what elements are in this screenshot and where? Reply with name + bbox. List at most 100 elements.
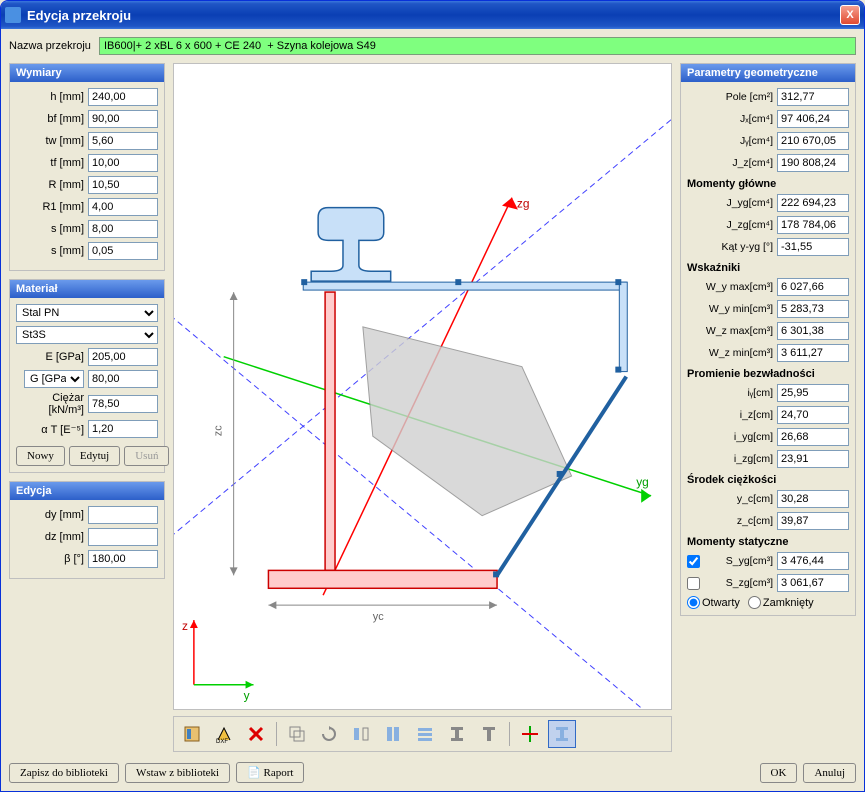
Wzmin-label: W_z min[cm³]	[687, 347, 777, 359]
G-input[interactable]	[88, 370, 158, 388]
dz-input[interactable]	[88, 528, 158, 546]
edycja-panel: Edycja dy [mm] dz [mm] β [°]	[9, 481, 165, 579]
pole-value	[777, 88, 849, 106]
Syg-value	[777, 552, 849, 570]
beta-input[interactable]	[88, 550, 158, 568]
Jx-label: Jₓ[cm⁴]	[687, 113, 777, 125]
wstaw-button[interactable]: Wstaw z biblioteki	[125, 763, 230, 783]
copy-icon[interactable]	[283, 720, 311, 748]
zapisz-button[interactable]: Zapisz do biblioteki	[9, 763, 119, 783]
main-area: Wymiary h [mm] bf [mm] tw [mm] tf [mm] R…	[9, 63, 856, 752]
core-view-icon[interactable]	[548, 720, 576, 748]
tbeam-icon[interactable]	[475, 720, 503, 748]
wymiary-header: Wymiary	[10, 64, 164, 82]
delete-icon[interactable]	[242, 720, 270, 748]
tf-label: tf [mm]	[16, 157, 88, 169]
edytuj-button[interactable]: Edytuj	[69, 446, 120, 466]
Jzg-value	[777, 216, 849, 234]
h-label: h [mm]	[16, 91, 88, 103]
material-type-select[interactable]: Stal PN	[16, 304, 158, 322]
mirror-icon[interactable]	[347, 720, 375, 748]
edycja-header: Edycja	[10, 482, 164, 500]
section-toolbar: DXF	[173, 716, 672, 752]
izg-label: i_zg[cm]	[687, 453, 777, 465]
app-icon	[5, 7, 21, 23]
h-input[interactable]	[88, 88, 158, 106]
bottom-bar: Zapisz do biblioteki Wstaw z biblioteki …	[9, 762, 856, 783]
iy-label: iᵧ[cm]	[687, 387, 777, 399]
dy-input[interactable]	[88, 506, 158, 524]
otwarty-radio-label[interactable]: Otwarty	[687, 596, 740, 609]
separator	[509, 722, 510, 746]
window-title: Edycja przekroju	[27, 8, 840, 23]
tf-input[interactable]	[88, 154, 158, 172]
zamkniety-radio[interactable]	[748, 596, 761, 609]
material-grade-select[interactable]: St3S	[16, 326, 158, 344]
section-canvas[interactable]: yg zg z y	[173, 63, 672, 710]
promienie-header: Promienie bezwładności	[687, 368, 849, 380]
R-label: R [mm]	[16, 179, 88, 191]
s2-input[interactable]	[88, 242, 158, 260]
ok-button[interactable]: OK	[760, 763, 798, 783]
library-icon[interactable]	[178, 720, 206, 748]
ciezar-input[interactable]	[88, 395, 158, 413]
rotate-icon[interactable]	[315, 720, 343, 748]
Jyg-label: J_yg[cm⁴]	[687, 197, 777, 209]
section-drawing: yg zg z y	[174, 64, 671, 709]
wskazniki-header: Wskaźniki	[687, 262, 849, 274]
zc-label: z_c[cm]	[687, 515, 777, 527]
zc-value	[777, 512, 849, 530]
tw-input[interactable]	[88, 132, 158, 150]
Jy-value	[777, 132, 849, 150]
align-icon[interactable]	[379, 720, 407, 748]
E-input[interactable]	[88, 348, 158, 366]
center-column: yg zg z y	[173, 63, 672, 752]
Szg-checkbox[interactable]	[687, 577, 700, 590]
Szg-label: S_zg[cm³]	[702, 577, 777, 589]
R1-input[interactable]	[88, 198, 158, 216]
material-header: Materiał	[10, 280, 164, 298]
dy-label: dy [mm]	[16, 509, 88, 521]
Wzmin-value	[777, 344, 849, 362]
R-input[interactable]	[88, 176, 158, 194]
nowy-button[interactable]: Nowy	[16, 446, 65, 466]
yc-label: y_c[cm]	[687, 493, 777, 505]
ibeam-icon[interactable]	[443, 720, 471, 748]
Jyg-value	[777, 194, 849, 212]
izg-value	[777, 450, 849, 468]
Jy-label: Jᵧ[cm⁴]	[687, 135, 777, 147]
Syg-checkbox[interactable]	[687, 555, 700, 568]
momstat-header: Momenty statyczne	[687, 536, 849, 548]
left-column: Wymiary h [mm] bf [mm] tw [mm] tf [mm] R…	[9, 63, 165, 752]
s-input[interactable]	[88, 220, 158, 238]
params-panel: Parametry geometryczne Pole [cm²] Jₓ[cm⁴…	[680, 63, 856, 616]
bf-input[interactable]	[88, 110, 158, 128]
section-name-input[interactable]	[99, 37, 856, 55]
axes-icon[interactable]	[516, 720, 544, 748]
anuluj-button[interactable]: Anuluj	[803, 763, 856, 783]
svg-text:zc: zc	[213, 425, 225, 436]
tw-label: tw [mm]	[16, 135, 88, 147]
usun-button[interactable]: Usuń	[124, 446, 169, 466]
separator	[276, 722, 277, 746]
section-list-icon[interactable]	[411, 720, 439, 748]
svg-text:y: y	[244, 689, 250, 703]
dialog-window: Edycja przekroju X Nazwa przekroju Wymia…	[0, 0, 865, 792]
close-button[interactable]: X	[840, 5, 860, 25]
dxf-import-icon[interactable]: DXF	[210, 720, 238, 748]
otwarty-radio[interactable]	[687, 596, 700, 609]
name-row: Nazwa przekroju	[9, 37, 856, 55]
alpha-input[interactable]	[88, 420, 158, 438]
s2-label: s [mm]	[16, 245, 88, 257]
Wymax-value	[777, 278, 849, 296]
Syg-label: S_yg[cm³]	[702, 555, 777, 567]
right-column: Parametry geometryczne Pole [cm²] Jₓ[cm⁴…	[680, 63, 856, 752]
yc-value	[777, 490, 849, 508]
name-label: Nazwa przekroju	[9, 40, 99, 52]
beta-label: β [°]	[16, 553, 88, 565]
params-header: Parametry geometryczne	[681, 64, 855, 82]
zamkniety-radio-label[interactable]: Zamknięty	[748, 596, 814, 609]
G-unit-select[interactable]: G [GPa]	[24, 370, 84, 388]
raport-button[interactable]: 📄 Raport	[236, 762, 304, 783]
pole-label: Pole [cm²]	[687, 91, 777, 103]
